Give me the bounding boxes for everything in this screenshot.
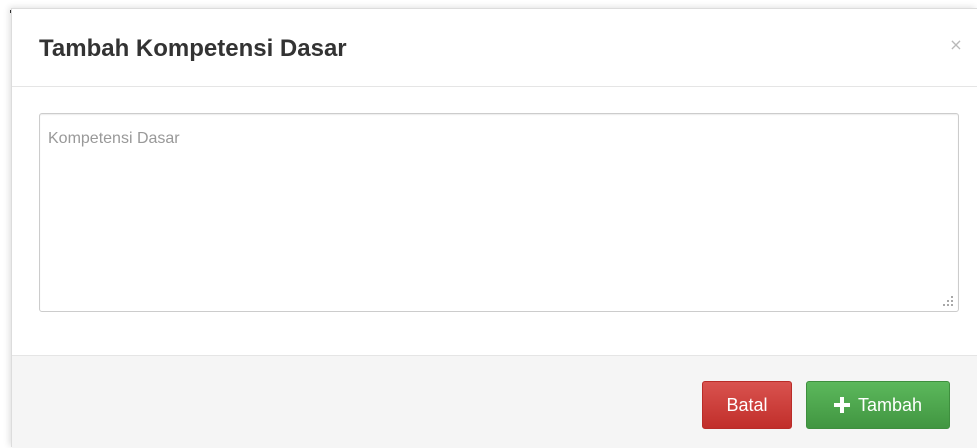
modal-footer: Batal Tambah [12, 355, 977, 448]
kompetensi-dasar-field-wrapper [39, 113, 959, 312]
modal-title: Tambah Kompetensi Dasar [39, 35, 347, 62]
add-kompetensi-dasar-modal: Tambah Kompetensi Dasar × Batal Tambah [11, 8, 977, 448]
modal-header: Tambah Kompetensi Dasar × [12, 9, 977, 87]
cancel-button[interactable]: Batal [702, 381, 792, 429]
modal-body [12, 87, 977, 355]
add-button[interactable]: Tambah [806, 381, 950, 429]
resize-grip-icon[interactable] [943, 296, 953, 306]
kompetensi-dasar-textarea[interactable] [39, 113, 959, 312]
add-button-label: Tambah [857, 395, 923, 415]
close-icon[interactable]: × [946, 35, 966, 55]
plus-icon [833, 397, 850, 413]
